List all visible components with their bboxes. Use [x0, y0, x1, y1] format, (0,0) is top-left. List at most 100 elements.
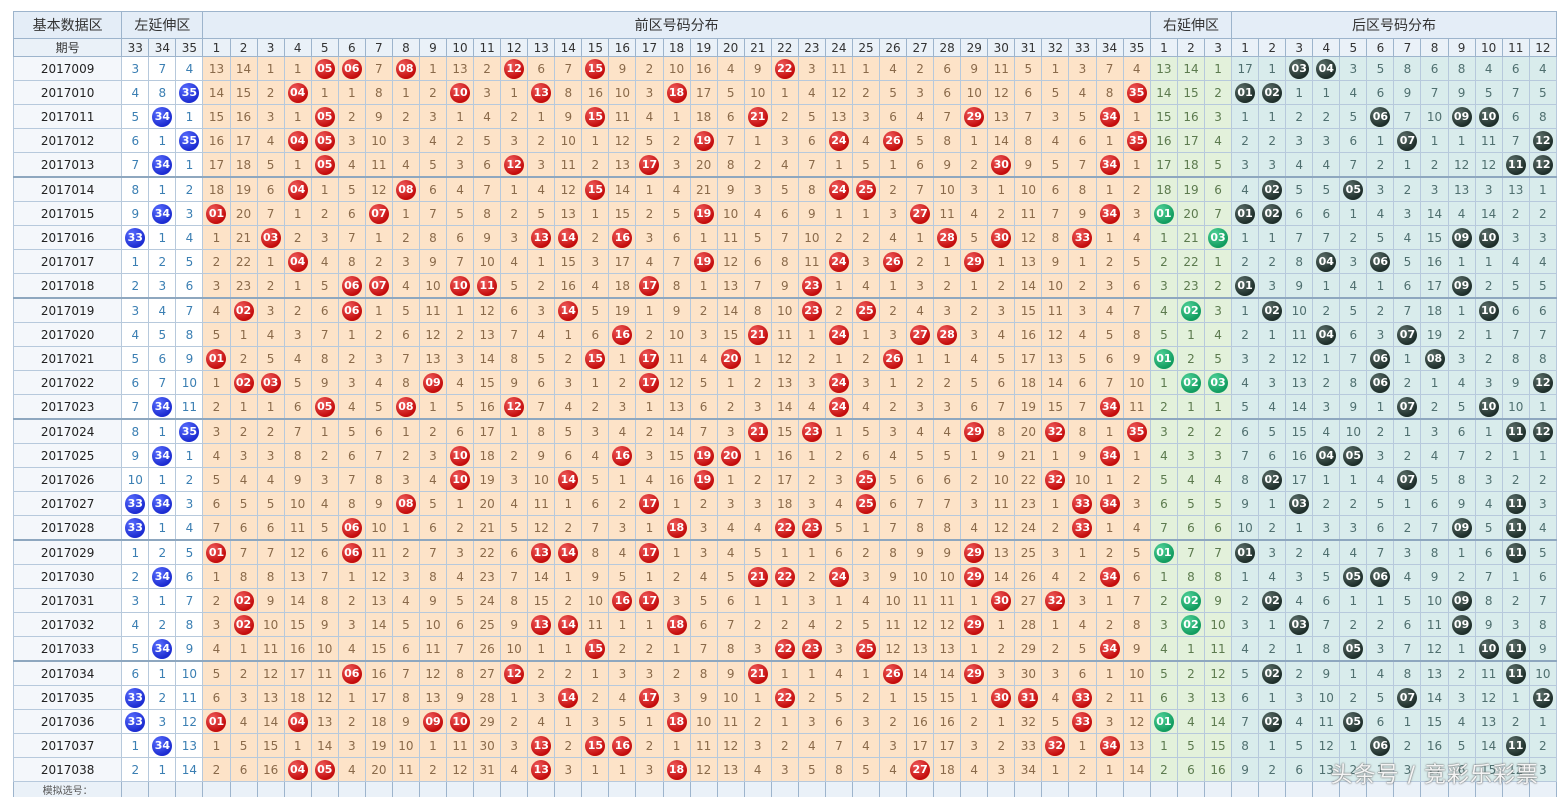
left-cell: 8: [121, 418, 150, 444]
simulate-select-cell[interactable]: [824, 781, 853, 797]
back-cell: 09: [1447, 225, 1476, 250]
simulate-select-cell[interactable]: [662, 781, 691, 797]
front-cell: 5: [851, 418, 881, 444]
simulate-select-cell[interactable]: [716, 781, 745, 797]
simulate-select-cell[interactable]: [608, 781, 637, 797]
back-ball: 04: [1316, 324, 1337, 345]
simulate-select-cell[interactable]: [337, 781, 366, 797]
simulate-select-label[interactable]: 模拟选号：: [12, 781, 123, 797]
back-cell: 1: [1258, 733, 1287, 758]
back-cell: 6: [1420, 491, 1449, 516]
simulate-select-cell[interactable]: [933, 781, 962, 797]
simulate-select-cell[interactable]: [554, 781, 583, 797]
front-cell: 16: [608, 225, 637, 250]
simulate-select-cell[interactable]: [473, 781, 502, 797]
simulate-select-cell[interactable]: [202, 781, 231, 797]
simulate-select-cell[interactable]: [256, 781, 285, 797]
simulate-select-cell[interactable]: [1231, 781, 1260, 797]
front-col-header: 32: [1041, 38, 1070, 57]
back-cell: 1: [1312, 80, 1341, 105]
front-cell: 2: [256, 273, 285, 299]
simulate-select-cell[interactable]: [1095, 781, 1124, 797]
simulate-select-cell[interactable]: [148, 781, 177, 797]
simulate-select-cell[interactable]: [770, 781, 799, 797]
simulate-select-cell[interactable]: [689, 781, 718, 797]
simulate-select-cell[interactable]: [960, 781, 989, 797]
back-cell: 3: [1366, 636, 1395, 662]
simulate-select-cell[interactable]: [987, 781, 1016, 797]
front-cell: 9: [662, 297, 691, 323]
front-cell: 2: [689, 297, 718, 323]
front-cell: 5: [202, 660, 231, 686]
front-cell: 4: [500, 249, 529, 274]
simulate-select-cell[interactable]: [121, 781, 150, 797]
simulate-select-cell[interactable]: [1149, 781, 1178, 797]
simulate-select-cell[interactable]: [500, 781, 529, 797]
front-cell: 5: [581, 467, 610, 492]
back-cell: 2: [1366, 418, 1395, 444]
front-cell: 17: [1014, 346, 1043, 371]
front-col-header: 13: [527, 38, 556, 57]
front-cell: 23: [797, 636, 826, 662]
simulate-select-cell[interactable]: [635, 781, 664, 797]
front-cell: 8: [364, 80, 393, 105]
simulate-select-cell[interactable]: [310, 781, 339, 797]
simulate-select-cell[interactable]: [229, 781, 258, 797]
front-ball: 17: [639, 590, 660, 611]
back-cell: 02: [1258, 201, 1287, 226]
simulate-select-cell[interactable]: [906, 781, 935, 797]
left-cell: 3: [175, 491, 204, 516]
front-cell: 16: [662, 467, 691, 492]
simulate-select-cell[interactable]: [851, 781, 881, 797]
front-cell: 15: [933, 685, 962, 710]
simulate-select-cell[interactable]: [1068, 781, 1097, 797]
rext-cell: 2: [1149, 588, 1178, 613]
period-cell: 2017027: [12, 491, 123, 516]
simulate-select-cell[interactable]: [1176, 781, 1205, 797]
period-cell: 2017020: [12, 322, 123, 347]
front-cell: 1: [256, 56, 285, 81]
front-cell: 2: [500, 104, 529, 129]
simulate-select-cell[interactable]: [364, 781, 393, 797]
front-cell: 3: [581, 418, 610, 444]
front-cell: 10: [364, 128, 393, 153]
back-cell: 5: [1528, 539, 1558, 565]
simulate-select-cell[interactable]: [418, 781, 448, 797]
back-cell: 09: [1447, 612, 1476, 637]
period-cell: 2017028: [12, 515, 123, 541]
front-cell: 1: [635, 564, 664, 589]
front-cell: 29: [960, 249, 989, 274]
front-cell: 7: [500, 322, 529, 347]
front-cell: 7: [1122, 297, 1151, 323]
simulate-select-cell[interactable]: [1258, 781, 1287, 797]
front-cell: 2: [1122, 467, 1151, 492]
simulate-select-cell[interactable]: [1014, 781, 1043, 797]
front-cell: 5: [310, 515, 339, 541]
front-cell: 12: [418, 660, 448, 686]
back-cell: 8: [1528, 346, 1558, 371]
front-cell: 12: [770, 346, 799, 371]
simulate-select-cell[interactable]: [1203, 781, 1233, 797]
front-ball: 26: [883, 130, 904, 151]
simulate-select-cell[interactable]: [1122, 781, 1151, 797]
front-cell: 32: [1041, 467, 1070, 492]
simulate-select-cell[interactable]: [878, 781, 908, 797]
simulate-select-cell[interactable]: [1041, 781, 1070, 797]
back-cell: 1: [1393, 418, 1422, 444]
front-ball: 29: [964, 106, 985, 127]
simulate-select-cell[interactable]: [283, 781, 312, 797]
simulate-select-cell[interactable]: [527, 781, 556, 797]
simulate-select-cell[interactable]: [797, 781, 826, 797]
simulate-select-cell[interactable]: [743, 781, 772, 797]
front-cell: 10: [662, 322, 691, 347]
simulate-select-cell[interactable]: [581, 781, 610, 797]
front-cell: 8: [500, 346, 529, 371]
front-col-header: 18: [662, 38, 691, 57]
simulate-select-cell[interactable]: [175, 781, 204, 797]
simulate-select-cell[interactable]: [1285, 781, 1314, 797]
front-cell: 3: [391, 564, 420, 589]
front-cell: 8: [1095, 80, 1124, 105]
simulate-select-cell[interactable]: [445, 781, 475, 797]
left-ball: 35: [179, 82, 200, 103]
simulate-select-cell[interactable]: [391, 781, 420, 797]
